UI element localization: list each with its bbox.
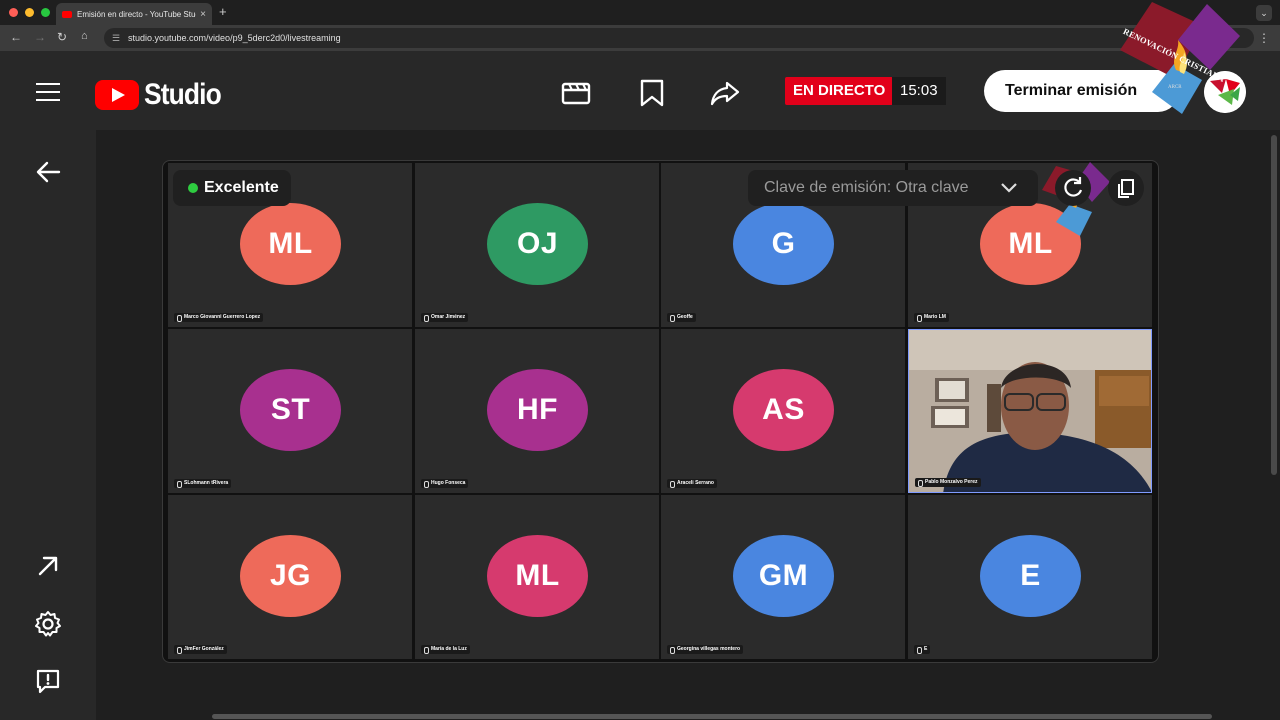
horizontal-scrollbar[interactable] bbox=[212, 714, 1212, 719]
participant-video-feed bbox=[909, 330, 1151, 492]
participant-tile: E E bbox=[908, 495, 1152, 659]
participant-name: Araceli Serrano bbox=[667, 479, 717, 488]
copy-stream-key-button[interactable] bbox=[1108, 170, 1144, 206]
tab-title: Emisión en directo - YouTube Studio bbox=[77, 9, 197, 19]
participant-avatar: ML bbox=[240, 203, 341, 285]
sidebar bbox=[0, 130, 96, 720]
participant-name: Mario LM bbox=[914, 313, 949, 322]
participant-tile: HF Hugo Fonseca bbox=[415, 329, 659, 493]
bookmark-icon[interactable] bbox=[637, 78, 667, 108]
studio-logo-text: Studio bbox=[144, 78, 222, 111]
maximize-window-button[interactable] bbox=[41, 8, 50, 17]
live-timer: 15:03 bbox=[892, 77, 946, 105]
participant-avatar: OJ bbox=[487, 203, 588, 285]
tab-close-icon[interactable]: × bbox=[200, 9, 206, 20]
studio-header: Studio EN DIRECTO 15:03 Terminar emisión bbox=[0, 51, 1280, 130]
home-icon[interactable]: ⌂ bbox=[81, 30, 88, 42]
minimize-window-button[interactable] bbox=[25, 8, 34, 17]
participant-avatar: JG bbox=[240, 535, 341, 617]
participant-tile: ML María de la Luz bbox=[415, 495, 659, 659]
participant-avatar: HF bbox=[487, 369, 588, 451]
participant-tile: JG JimFer González bbox=[168, 495, 412, 659]
feedback-icon[interactable] bbox=[34, 667, 62, 695]
participant-name: Georgina villegas montero bbox=[667, 645, 744, 654]
participant-name: SLohmann tRivera bbox=[174, 479, 232, 488]
new-tab-button[interactable]: + bbox=[219, 4, 227, 19]
browser-toolbar: ← → ↻ ⌂ ☰ studio.youtube.com/video/p9_5d… bbox=[0, 25, 1280, 51]
participant-tile: GM Georgina villegas montero bbox=[661, 495, 905, 659]
refresh-icon bbox=[1064, 177, 1083, 197]
studio-logo[interactable]: Studio bbox=[95, 78, 231, 112]
copy-icon bbox=[1118, 179, 1134, 198]
participant-avatar: G bbox=[733, 203, 834, 285]
close-window-button[interactable] bbox=[9, 8, 18, 17]
live-status-badge: EN DIRECTO bbox=[785, 77, 894, 105]
participant-avatar: ST bbox=[240, 369, 341, 451]
participant-tile: AS Araceli Serrano bbox=[661, 329, 905, 493]
stream-key-text: Clave de emisión: Otra clave bbox=[764, 179, 969, 196]
participant-name: Omar Jiménez bbox=[421, 313, 469, 322]
participant-name: Hugo Fonseca bbox=[421, 479, 469, 488]
status-dot-icon bbox=[188, 183, 198, 193]
stream-key-selector[interactable]: Clave de emisión: Otra clave bbox=[748, 170, 1038, 206]
participant-tile: OJ Omar Jiménez bbox=[415, 163, 659, 327]
refresh-stream-button[interactable] bbox=[1055, 170, 1091, 206]
clapperboard-icon[interactable] bbox=[561, 78, 591, 108]
reload-icon[interactable]: ↻ bbox=[57, 30, 67, 44]
stream-health-indicator[interactable]: Excelente bbox=[173, 170, 291, 206]
youtube-logo-icon bbox=[95, 80, 139, 110]
participant-avatar: GM bbox=[733, 535, 834, 617]
participant-name: E bbox=[914, 645, 931, 654]
browser-tab[interactable]: Emisión en directo - YouTube Studio × bbox=[56, 3, 212, 25]
url-text: studio.youtube.com/video/p9_5derc2d0/liv… bbox=[128, 33, 341, 43]
participant-name: Marco Giovanni Guerrero Lopez bbox=[174, 313, 264, 322]
svg-text:ARCR: ARCR bbox=[1168, 85, 1182, 90]
external-link-arrow-icon[interactable] bbox=[34, 552, 62, 580]
back-arrow-icon[interactable] bbox=[34, 158, 62, 186]
participant-avatar: E bbox=[980, 535, 1081, 617]
participant-name: María de la Luz bbox=[421, 645, 470, 654]
settings-gear-icon[interactable] bbox=[34, 610, 62, 638]
youtube-favicon-icon bbox=[62, 10, 72, 18]
participant-video-tile: Pablo Monzalvo Perez bbox=[908, 329, 1152, 493]
share-icon[interactable] bbox=[710, 78, 740, 108]
participant-avatar: AS bbox=[733, 369, 834, 451]
forward-arrow-icon[interactable]: → bbox=[34, 30, 46, 44]
browser-tab-bar: Emisión en directo - YouTube Studio × + … bbox=[0, 0, 1280, 25]
participant-name: Pablo Monzalvo Perez bbox=[915, 478, 981, 487]
menu-icon[interactable] bbox=[36, 83, 60, 101]
participant-avatar: ML bbox=[487, 535, 588, 617]
site-info-icon[interactable]: ☰ bbox=[112, 33, 122, 44]
address-bar[interactable]: ☰ studio.youtube.com/video/p9_5derc2d0/l… bbox=[104, 28, 1254, 48]
vertical-scrollbar[interactable] bbox=[1271, 135, 1277, 475]
participant-tile: ST SLohmann tRivera bbox=[168, 329, 412, 493]
back-arrow-icon[interactable]: ← bbox=[10, 30, 22, 44]
chevron-down-icon bbox=[1000, 170, 1018, 206]
participant-name: Geoffe bbox=[667, 313, 696, 322]
participant-name: JimFer González bbox=[174, 645, 227, 654]
stream-health-text: Excelente bbox=[204, 179, 279, 196]
